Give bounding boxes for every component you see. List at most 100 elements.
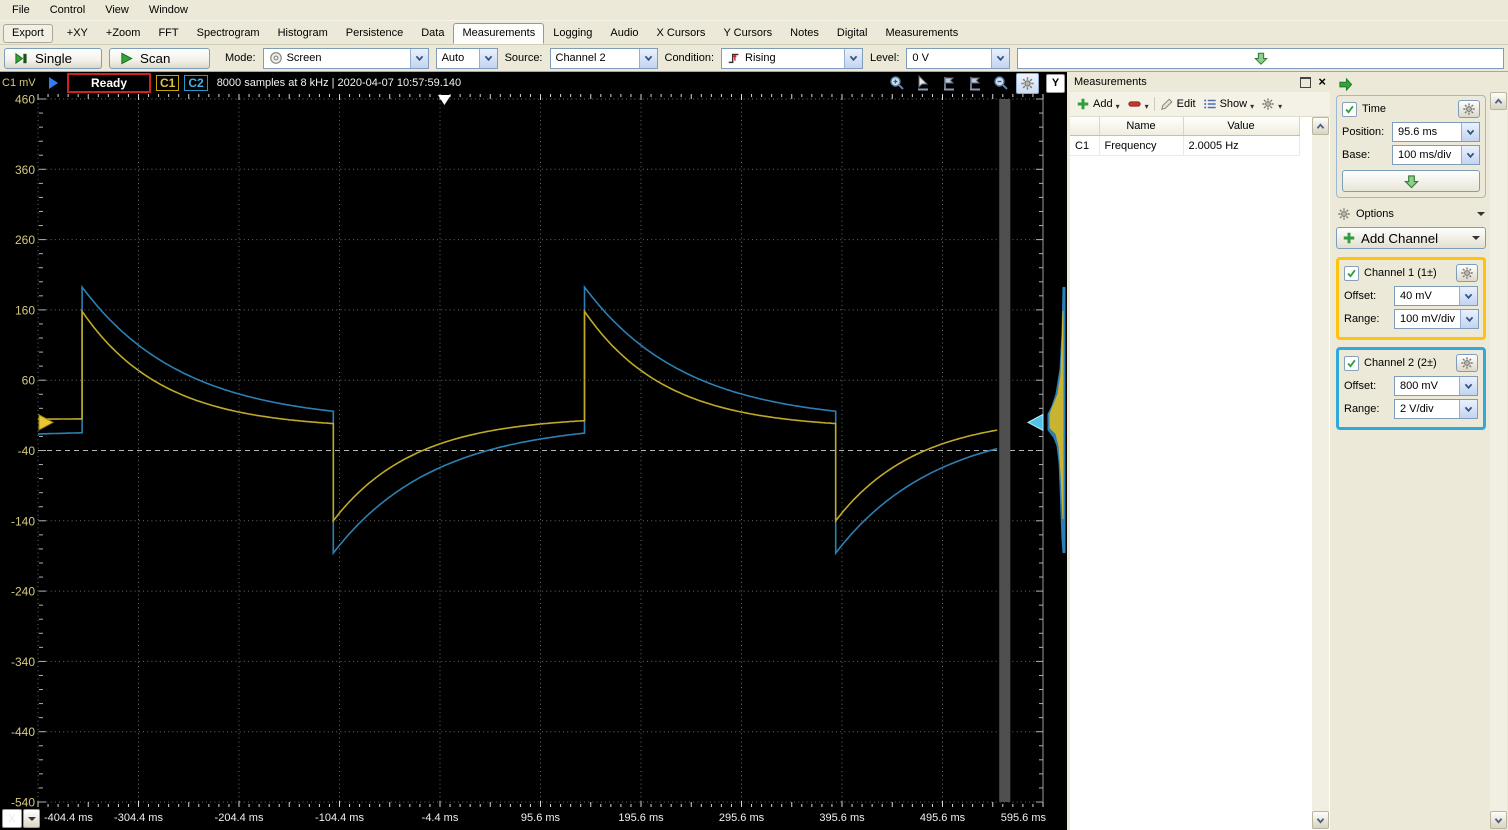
column-header[interactable] [1070,117,1100,136]
tab-export[interactable]: Export [3,24,53,43]
channel-2-settings-button[interactable] [1456,354,1478,372]
source-select[interactable]: Channel 2 [549,47,658,69]
offset-label: Offset: [1344,380,1377,392]
y-axis-button[interactable]: Y [1046,73,1065,93]
mode-value: Screen [286,52,322,64]
scroll-up-button[interactable] [1312,117,1329,135]
tab-digital[interactable]: Digital [828,23,877,44]
channel2-badge[interactable]: C2 [184,75,208,91]
table-row[interactable]: C1 Frequency 2.0005 Hz [1070,135,1300,156]
collapse-sidebar-arrow-icon[interactable] [1338,77,1353,92]
tab-histogram[interactable]: Histogram [269,23,337,44]
plot-settings-gear-button[interactable] [1016,72,1039,94]
menu-item-view[interactable]: View [95,1,139,19]
position-dropdown-arrow[interactable] [1461,123,1479,141]
options-row[interactable]: Options [1337,207,1485,221]
channel-2-range-select[interactable]: 2 V/div [1394,399,1478,419]
time-expand-button[interactable] [1342,170,1480,192]
zoom-out-icon[interactable] [990,74,1011,93]
menu-item-window[interactable]: Window [139,1,198,19]
tab--zoom[interactable]: +Zoom [97,23,150,44]
trigger-position-bar[interactable] [1017,47,1504,69]
collapse-arrow-icon[interactable] [49,77,58,89]
remove-measurement-button[interactable]: ▾ [1125,96,1151,112]
tab-measurements[interactable]: Measurements [453,23,545,44]
add-channel-dropdown-arrow[interactable] [1472,236,1480,240]
base-select[interactable]: 100 ms/div [1392,145,1480,165]
scope-plot[interactable]: 46036026016060-40-140-240-340-440-540 [0,93,1067,810]
x-axis-button[interactable]: X [2,809,22,828]
base-label: Base: [1342,149,1371,161]
show-measurements-button[interactable]: Show ▾ [1201,96,1257,112]
options-dropdown-arrow[interactable] [1477,212,1485,216]
channel-1-checkbox[interactable] [1344,265,1359,281]
measurements-scrollbar[interactable] [1312,117,1329,829]
x-axis-tick-label: 295.6 ms [718,812,765,824]
position-select[interactable]: 95.6 ms [1392,122,1480,142]
column-header[interactable]: Value [1183,117,1300,136]
range-dropdown-arrow[interactable] [1459,400,1477,418]
time-settings-button[interactable] [1458,100,1480,118]
channel-1-range-value: 100 mV/div [1400,313,1456,325]
plus-icon [1076,97,1090,111]
menu-item-control[interactable]: Control [40,1,95,19]
tab--xy[interactable]: +XY [58,23,97,44]
tab-data[interactable]: Data [412,23,453,44]
channel-2-checkbox[interactable] [1344,355,1359,371]
tab-logging[interactable]: Logging [544,23,601,44]
x-cursor-flag-icon[interactable] [938,74,959,93]
measurements-panel-header[interactable]: Measurements × [1070,72,1330,92]
offset-dropdown-arrow[interactable] [1459,287,1477,305]
tab-spectrogram[interactable]: Spectrogram [188,23,269,44]
source-dropdown-arrow[interactable] [638,48,657,68]
channel-1-panel: Channel 1 (1±) Offset: 40 mV Range: 100 … [1336,257,1486,340]
tab-measurements[interactable]: Measurements [876,23,967,44]
scroll-down-button[interactable] [1490,811,1507,829]
float-panel-icon[interactable] [1300,76,1312,88]
menu-item-file[interactable]: File [2,1,40,19]
channel-1-range-select[interactable]: 100 mV/div [1394,309,1480,329]
level-value: 0 V [912,52,929,64]
tab-persistence[interactable]: Persistence [337,23,412,44]
scan-button[interactable]: Scan [109,47,210,69]
tab-notes[interactable]: Notes [781,23,828,44]
edit-measurement-button[interactable]: Edit [1158,96,1198,112]
channel-2-range-value: 2 V/div [1400,403,1434,415]
scroll-up-button[interactable] [1490,92,1507,110]
level-dropdown-arrow[interactable] [991,48,1010,68]
pencil-icon [1160,97,1174,111]
condition-select[interactable]: Rising [721,47,864,69]
time-checkbox[interactable] [1342,101,1357,117]
sidebar-scrollbar[interactable] [1490,92,1507,829]
measurements-settings-button[interactable]: ▾ [1259,96,1284,112]
tab-x-cursors[interactable]: X Cursors [648,23,715,44]
y-cursor-flag-icon[interactable] [964,74,985,93]
mode-select[interactable]: Screen [262,47,429,69]
add-channel-button[interactable]: Add Channel [1336,227,1486,249]
tab-y-cursors[interactable]: Y Cursors [714,23,781,44]
column-header[interactable]: Name [1099,117,1184,136]
channel1-badge[interactable]: C1 [156,75,180,91]
tab-fft[interactable]: FFT [149,23,187,44]
single-button[interactable]: Single [4,47,102,69]
zoom-in-icon[interactable] [886,74,907,93]
condition-dropdown-arrow[interactable] [844,48,863,68]
mode-dropdown-arrow[interactable] [409,48,428,68]
scan-button-label: Scan [140,50,171,66]
x-axis-dropdown-arrow[interactable] [23,809,40,828]
range-dropdown-arrow[interactable] [1460,310,1479,328]
acquire-dropdown-arrow[interactable] [478,48,497,68]
channel-2-offset-select[interactable]: 800 mV [1394,376,1478,396]
level-select[interactable]: 0 V [906,47,1011,69]
acquire-select[interactable]: Auto [435,47,498,69]
add-measurement-button[interactable]: Add ▾ [1074,96,1122,112]
channel-1-settings-button[interactable] [1456,264,1478,282]
scope-view: C1 mV Ready C1 C2 8000 samples at 8 kHz … [0,72,1067,830]
cursor-pointer-icon[interactable] [912,74,933,93]
offset-dropdown-arrow[interactable] [1459,377,1477,395]
scroll-down-button[interactable] [1312,811,1329,829]
close-panel-icon[interactable]: × [1318,75,1326,88]
channel-1-offset-select[interactable]: 40 mV [1394,286,1478,306]
base-dropdown-arrow[interactable] [1461,146,1479,164]
tab-audio[interactable]: Audio [601,23,647,44]
